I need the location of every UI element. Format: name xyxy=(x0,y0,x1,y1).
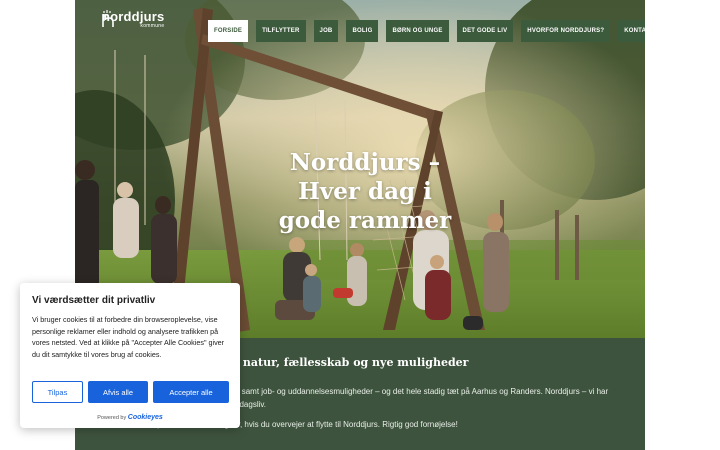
cookie-buttons: Tilpas Afvis alle Accepter alle xyxy=(32,381,229,403)
customize-button[interactable]: Tilpas xyxy=(32,381,83,403)
nav-item-job[interactable]: JOB xyxy=(313,20,339,42)
nav-item-hvorfor-norddjurs[interactable]: HVORFOR NORDDJURS? xyxy=(521,20,611,42)
cookie-consent-banner: Vi værdsætter dit privatliv Vi bruger co… xyxy=(20,283,240,428)
powered-by-prefix: Powered by xyxy=(97,415,127,421)
page: norddjurs kommune FORSIDE TILFLYTTER JOB… xyxy=(0,0,720,450)
nav-item-bolig[interactable]: BOLIG xyxy=(346,20,379,42)
nav-item-born-og-unge[interactable]: BØRN OG UNGE xyxy=(386,20,449,42)
logo-subtitle: kommune xyxy=(140,23,165,29)
nav-item-tilflytter[interactable]: TILFLYTTER xyxy=(256,20,306,42)
brand-logo[interactable]: norddjurs kommune xyxy=(102,10,165,30)
reject-all-button[interactable]: Afvis alle xyxy=(88,381,148,403)
hero-title-line-1: Norddjurs – xyxy=(289,149,441,176)
nav-item-det-gode-liv[interactable]: DET GODE LIV xyxy=(456,20,514,42)
nav-item-forside[interactable]: FORSIDE xyxy=(208,20,249,42)
nav-item-kontakt[interactable]: KONTAKT xyxy=(618,20,645,42)
crown-logo-icon xyxy=(102,10,114,27)
cookie-description: Vi bruger cookies til at forbedre din br… xyxy=(32,315,225,359)
cookie-title: Vi værdsætter dit privatliv xyxy=(32,295,156,306)
accept-all-button[interactable]: Accepter alle xyxy=(153,381,229,403)
hero-title: Norddjurs – Hver dag i gode rammer xyxy=(265,148,465,235)
hero-title-line-2: Hver dag i xyxy=(298,178,432,205)
main-navigation: FORSIDE TILFLYTTER JOB BOLIG BØRN OG UNG… xyxy=(208,20,645,42)
cookieyes-logo[interactable]: Cookieyes xyxy=(128,414,163,421)
hero-title-line-3: gode rammer xyxy=(278,207,452,234)
powered-by: Powered by Cookieyes xyxy=(20,414,240,421)
